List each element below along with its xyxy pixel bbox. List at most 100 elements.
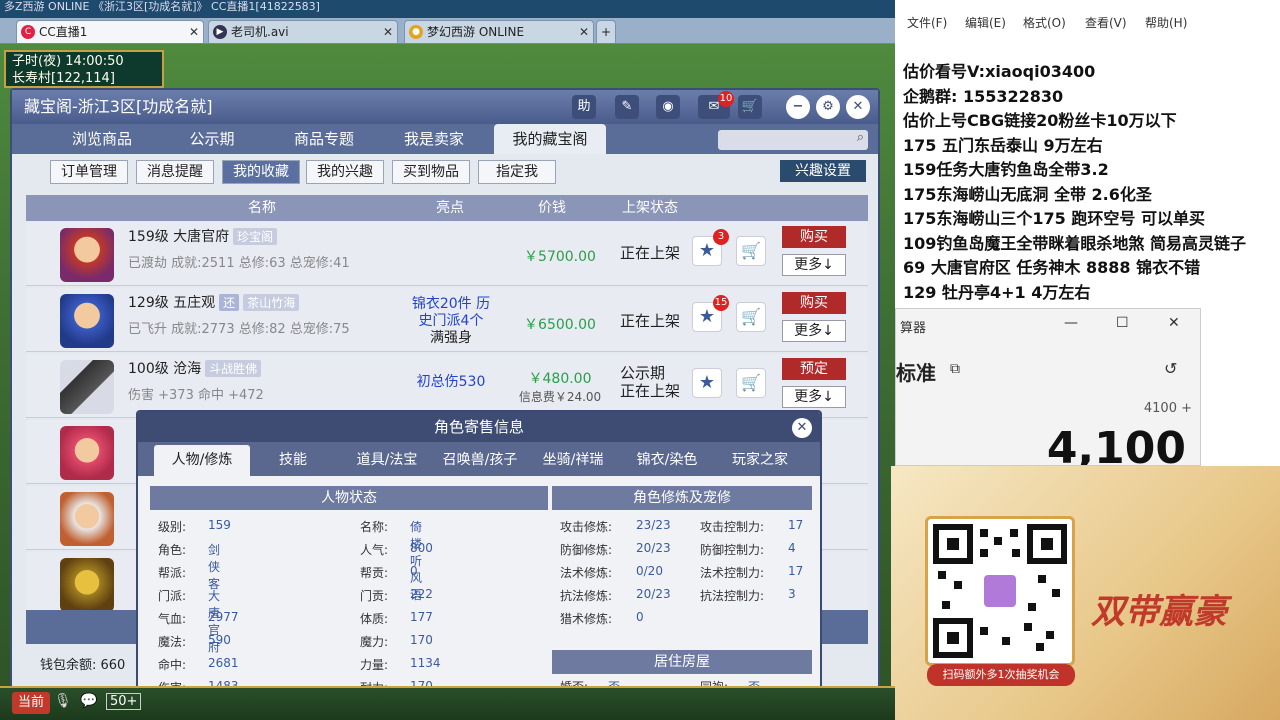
stat-value: 0 [410, 564, 418, 578]
stat-label: 角色: [158, 543, 187, 557]
menu-help[interactable]: 帮助(H) [1145, 14, 1187, 31]
new-tab-button[interactable]: + [596, 20, 616, 43]
stat-row: 门派: 大唐官府 [158, 587, 220, 654]
stat-label: 魔法: [158, 635, 187, 649]
more-button[interactable]: 更多↓ [782, 254, 846, 276]
minimize-icon[interactable]: − [786, 95, 810, 119]
notepad-line: 159任务大唐钓鱼岛全带3.2 [903, 160, 1109, 179]
close-icon[interactable]: ✕ [1168, 315, 1180, 331]
stat-row: 帮派: [158, 564, 186, 581]
stat-row: 气血: 2977 [158, 610, 239, 627]
favorite-star-icon[interactable]: ★ [692, 368, 722, 398]
stat-value: 800 [410, 541, 433, 555]
tab-home[interactable]: 玩家之家 [718, 445, 802, 476]
table-row[interactable]: 159级 大唐官府 珍宝阁 已渡劫 成就:2511 总修:63 总宠修:41 ￥5… [26, 222, 868, 286]
browser-tab-bar: C CC直播1 ✕ ▶ 老司机.avi ✕ ● 梦幻西游 ONLINE ✕ + [0, 18, 895, 44]
game-bottom-bar: 当前 🎙 💬 50+ [0, 686, 895, 720]
tab-seller[interactable]: 我是卖家 [384, 124, 484, 154]
more-button[interactable]: 更多↓ [782, 386, 846, 408]
row-name: 129级 五庄观还茶山竹海 [128, 292, 300, 312]
stat-value: 1134 [410, 656, 441, 670]
close-icon[interactable]: ✕ [846, 95, 870, 119]
qr-caption: 扫码额外多1次抽奖机会 [927, 664, 1075, 686]
tab-my-pavilion[interactable]: 我的藏宝阁 [494, 124, 606, 154]
history-icon[interactable]: ↺ [1164, 359, 1177, 378]
tab-pets[interactable]: 召唤兽/孩子 [434, 445, 526, 476]
stat-value: 590 [208, 633, 231, 647]
close-icon[interactable]: ✕ [383, 21, 393, 43]
tab-cc-live[interactable]: C CC直播1 ✕ [16, 20, 204, 43]
close-icon[interactable]: ✕ [579, 21, 589, 43]
tab-game[interactable]: ● 梦幻西游 ONLINE ✕ [404, 20, 594, 43]
subtab-messages[interactable]: 消息提醒 [136, 160, 214, 184]
tab-browse[interactable]: 浏览商品 [52, 124, 152, 154]
subtab-purchased[interactable]: 买到物品 [392, 160, 470, 184]
tab-mounts[interactable]: 坐骑/祥瑞 [532, 445, 614, 476]
keep-on-top-icon[interactable]: ⧉ [950, 361, 960, 377]
message-icon[interactable]: ✉ 10 [698, 91, 734, 119]
help-button[interactable]: 助 [572, 95, 596, 119]
table-row[interactable]: 129级 五庄观还茶山竹海 已飞升 成就:2773 总修:82 总宠修:75 锦… [26, 288, 868, 352]
menu-format[interactable]: 格式(O) [1023, 14, 1066, 31]
table-row[interactable]: 100级 沧海 斗战胜佛 伤害 +373 命中 +472 初总伤530 ￥480.… [26, 354, 868, 418]
tab-items[interactable]: 道具/法宝 [346, 445, 428, 476]
stat-value: 2977 [208, 610, 239, 624]
chat-icon[interactable]: 💬 [80, 693, 97, 709]
stat-value: 222 [410, 587, 433, 601]
buy-button[interactable]: 购买 [782, 292, 846, 314]
more-button[interactable]: 更多↓ [782, 320, 846, 342]
control-label: 法术控制力: [700, 566, 765, 580]
close-icon[interactable]: ✕ [189, 21, 199, 43]
cart-icon[interactable]: 🛒 [736, 236, 766, 266]
stat-row: 角色: 剑侠客 [158, 541, 220, 591]
edit-icon[interactable]: ✎ [615, 95, 639, 119]
fifty-plus-button[interactable]: 50+ [106, 693, 142, 710]
row-highlight: 初总伤530 [416, 374, 486, 390]
channel-current[interactable]: 当前 [12, 692, 51, 714]
tab-outfits[interactable]: 锦衣/染色 [622, 445, 712, 476]
avatar [60, 294, 114, 348]
table-header: 名称 亮点 价钱 上架状态 [26, 195, 868, 221]
notepad-line: 175东海崂山无底洞 全带 2.6化圣 [903, 184, 1152, 204]
cultivation-value: 0/20 [636, 564, 663, 578]
interest-settings-button[interactable]: 兴趣设置 [780, 160, 866, 182]
settings-icon[interactable]: ⚙ [816, 95, 840, 119]
maximize-icon[interactable]: ☐ [1116, 315, 1129, 331]
menu-file[interactable]: 文件(F) [907, 14, 947, 31]
stat-row: 魔法: 590 [158, 633, 231, 650]
cart-icon[interactable]: 🛒 [736, 368, 766, 398]
tab-video[interactable]: ▶ 老司机.avi ✕ [208, 20, 398, 43]
cultivation-row: 猎术修炼: 0 [560, 610, 644, 627]
favorite-star-icon[interactable]: ★ 15 [692, 295, 729, 332]
row-tag-return: 还 [219, 294, 240, 311]
row-detail: 已渡劫 成就:2511 总修:63 总宠修:41 [128, 256, 350, 271]
close-icon[interactable]: ✕ [792, 418, 812, 438]
buy-button[interactable]: 购买 [782, 226, 846, 248]
cart-icon[interactable]: 🛒 [738, 95, 762, 119]
qr-code[interactable] [925, 516, 1075, 666]
tab-public[interactable]: 公示期 [162, 124, 262, 154]
tab-character[interactable]: 人物/修炼 [154, 445, 250, 476]
row-title: 100级 沧海 [128, 361, 202, 377]
section-character-status: 人物状态 [150, 486, 548, 510]
control-label: 攻击控制力: [700, 520, 765, 534]
notepad-line: 175 五门东岳泰山 9万左右 [903, 135, 1103, 155]
subtab-interests[interactable]: 我的兴趣 [306, 160, 384, 184]
tab-skills[interactable]: 技能 [256, 445, 330, 476]
subtab-orders[interactable]: 订单管理 [50, 160, 128, 184]
mic-icon[interactable]: 🎙 [54, 693, 72, 709]
cart-icon[interactable]: 🛒 [736, 302, 766, 332]
reserve-button[interactable]: 预定 [782, 358, 846, 380]
menu-view[interactable]: 查看(V) [1085, 14, 1127, 31]
menu-edit[interactable]: 编辑(E) [965, 14, 1006, 31]
stop-icon[interactable]: ◉ [656, 95, 680, 119]
search-input[interactable]: ⌕ [718, 130, 868, 150]
minimize-icon[interactable]: — [1064, 315, 1078, 331]
subtab-favorites[interactable]: 我的收藏 [222, 160, 300, 184]
subtab-assigned[interactable]: 指定我 [478, 160, 556, 184]
favorite-star-icon[interactable]: ★ 3 [692, 229, 729, 266]
section-house: 居住房屋 [552, 650, 812, 674]
tab-topics[interactable]: 商品专题 [274, 124, 374, 154]
cc-logo-icon: C [21, 25, 35, 39]
control-row: 攻击控制力: 17 [700, 518, 803, 535]
